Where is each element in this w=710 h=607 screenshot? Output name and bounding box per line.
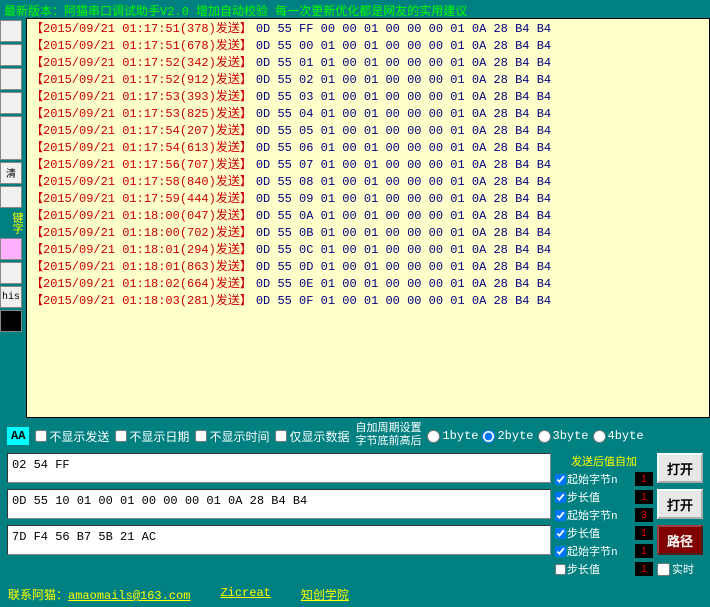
keyword-label: 键字 (0, 210, 26, 236)
left-button-7[interactable] (0, 262, 22, 284)
left-button-1[interactable] (0, 20, 22, 42)
history-button[interactable]: his (0, 286, 22, 308)
open-button-1[interactable]: 打开 (657, 453, 703, 483)
left-button-pink[interactable] (0, 238, 22, 260)
aa-label: AA (7, 427, 29, 445)
footer: 联系阿猫：amaomails@163.com Zicreat 知创学院 (0, 582, 710, 607)
cb-step-2[interactable] (555, 528, 566, 539)
left-button-4[interactable] (0, 92, 22, 114)
log-line: 【2015/09/21 01:17:51(378)发送】0D 55 FF 00 … (31, 21, 705, 38)
path-button[interactable]: 路径 (657, 525, 703, 555)
checkbox-noshow-send[interactable]: 不显示发送 (35, 428, 109, 445)
left-button-5[interactable] (0, 116, 22, 160)
radio-1byte[interactable]: 1byte (427, 429, 478, 443)
zicreat-link[interactable]: Zicreat (220, 586, 270, 603)
send-input-1[interactable] (7, 453, 551, 483)
log-line: 【2015/09/21 01:17:51(678)发送】0D 55 00 01 … (31, 38, 705, 55)
left-button-3[interactable] (0, 68, 22, 90)
radio-4byte[interactable]: 4byte (593, 429, 644, 443)
log-line: 【2015/09/21 01:17:52(912)发送】0D 55 02 01 … (31, 72, 705, 89)
log-line: 【2015/09/21 01:17:53(393)发送】0D 55 03 01 … (31, 89, 705, 106)
log-line: 【2015/09/21 01:18:00(702)发送】0D 55 0B 01 … (31, 225, 705, 242)
log-line: 【2015/09/21 01:18:01(863)发送】0D 55 0D 01 … (31, 259, 705, 276)
college-link[interactable]: 知创学院 (301, 586, 349, 603)
cb-step-3[interactable] (555, 564, 566, 575)
log-line: 【2015/09/21 01:18:00(047)发送】0D 55 0A 01 … (31, 208, 705, 225)
auto-increment-panel: 发送后值自加 起始字节n 步长值 起始字节n 步长值 起始字节n 步长值 (555, 453, 653, 577)
step-val-2[interactable] (635, 526, 653, 540)
log-line: 【2015/09/21 01:18:02(664)发送】0D 55 0E 01 … (31, 276, 705, 293)
log-line: 【2015/09/21 01:17:54(613)发送】0D 55 06 01 … (31, 140, 705, 157)
left-button-6[interactable] (0, 186, 22, 208)
startbyte-val-3[interactable] (635, 544, 653, 558)
step-val-3[interactable] (635, 562, 653, 576)
version-banner: 最新版本：阿猫串口调试助手V2.0 增加自动校验 每一次更新优化都是网友的实用建… (0, 0, 710, 18)
radio-3byte[interactable]: 3byte (538, 429, 589, 443)
open-button-2[interactable]: 打开 (657, 489, 703, 519)
log-line: 【2015/09/21 01:17:54(207)发送】0D 55 05 01 … (31, 123, 705, 140)
log-line: 【2015/09/21 01:18:03(281)发送】0D 55 0F 01 … (31, 293, 705, 310)
log-line: 【2015/09/21 01:17:56(707)发送】0D 55 07 01 … (31, 157, 705, 174)
left-button-2[interactable] (0, 44, 22, 66)
startbyte-val-2[interactable] (635, 508, 653, 522)
log-output[interactable]: 【2015/09/21 01:17:51(378)发送】0D 55 FF 00 … (26, 18, 710, 418)
checkbox-noshow-time[interactable]: 不显示时间 (195, 428, 269, 445)
log-line: 【2015/09/21 01:17:52(342)发送】0D 55 01 01 … (31, 55, 705, 72)
contact-email[interactable]: amaomails@163.com (68, 589, 190, 603)
cb-startbyte-1[interactable] (555, 474, 566, 485)
cb-startbyte-2[interactable] (555, 510, 566, 521)
log-line: 【2015/09/21 01:17:58(840)发送】0D 55 08 01 … (31, 174, 705, 191)
realtime-checkbox[interactable]: 实时 (657, 561, 703, 577)
send-input-2[interactable] (7, 489, 551, 519)
checkbox-only-data[interactable]: 仅显示数据 (275, 428, 349, 445)
clear-button[interactable]: 清 (0, 162, 22, 184)
auto-increment-title: 发送后值自加 (555, 453, 653, 469)
send-input-3[interactable] (7, 525, 551, 555)
left-toolbar: 清 键字 his (0, 18, 26, 418)
startbyte-val-1[interactable] (635, 472, 653, 486)
log-line: 【2015/09/21 01:18:01(294)发送】0D 55 0C 01 … (31, 242, 705, 259)
left-button-black[interactable] (0, 310, 22, 332)
cb-startbyte-3[interactable] (555, 546, 566, 557)
checkbox-noshow-date[interactable]: 不显示日期 (115, 428, 189, 445)
log-line: 【2015/09/21 01:17:59(444)发送】0D 55 09 01 … (31, 191, 705, 208)
step-val-1[interactable] (635, 490, 653, 504)
radio-2byte[interactable]: 2byte (482, 429, 533, 443)
log-line: 【2015/09/21 01:17:53(825)发送】0D 55 04 01 … (31, 106, 705, 123)
period-label: 自加周期设置 字节底前高后 (355, 423, 421, 449)
cb-step-1[interactable] (555, 492, 566, 503)
